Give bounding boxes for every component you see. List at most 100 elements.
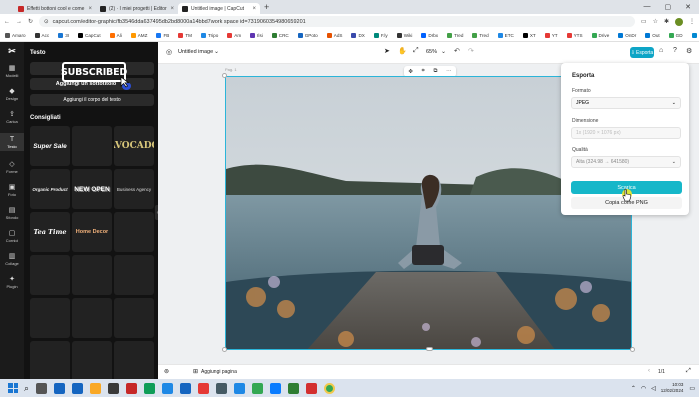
help-icon[interactable]: ?	[673, 47, 677, 54]
prev-page-icon[interactable]: ‹	[648, 368, 650, 374]
text-style-tile[interactable]	[72, 341, 112, 383]
chevron-up-icon[interactable]: ⌃	[631, 385, 636, 392]
files-icon[interactable]	[90, 382, 102, 394]
clock[interactable]: 10:03 12/02/2024	[661, 382, 684, 394]
close-icon[interactable]: ×	[88, 6, 92, 12]
store-icon[interactable]	[72, 382, 84, 394]
bookmark-gd[interactable]: GD	[668, 32, 683, 38]
menu-icon[interactable]: ⋮	[689, 18, 695, 25]
back-icon[interactable]: ←	[4, 19, 10, 25]
task-view-icon[interactable]	[36, 382, 48, 394]
chrome-active-icon[interactable]	[324, 382, 336, 394]
resize-handle[interactable]	[630, 347, 635, 352]
text-style-tile[interactable]: AVOCADO	[114, 126, 154, 166]
text-style-tile[interactable]: NEW OPEN	[72, 169, 112, 209]
media-icon[interactable]	[306, 382, 318, 394]
bookmark-acc[interactable]: Acc	[34, 32, 49, 38]
bookmark-3i[interactable]: 3I	[58, 32, 69, 38]
bookmark-etc[interactable]: ETC	[497, 32, 514, 38]
tab-menu-icon[interactable]	[2, 2, 12, 12]
share-icon[interactable]: ⌂	[659, 47, 663, 54]
notification-icon[interactable]: ▭	[689, 385, 695, 392]
outlook-icon[interactable]	[162, 382, 174, 394]
maximize-icon[interactable]: ▢	[665, 3, 672, 11]
bookmark-crc[interactable]: CRC	[271, 32, 289, 38]
format-select[interactable]: JPEG ⌄	[571, 97, 681, 109]
bookmark-tm[interactable]: TM	[178, 32, 192, 38]
reload-icon[interactable]: ↻	[28, 18, 33, 25]
rail-item-forme[interactable]: ◇ Forme	[0, 160, 24, 174]
bookmark-ads[interactable]: AdS	[326, 32, 342, 38]
bookmark-ali[interactable]: Ali	[109, 32, 122, 38]
rail-item-foto[interactable]: ▣ Foto	[0, 183, 24, 197]
bookmark-capcut[interactable]: CapCut	[78, 32, 101, 38]
export-button[interactable]: ⇩ Esporta	[630, 47, 654, 58]
profile-avatar[interactable]	[675, 17, 683, 26]
text-style-tile[interactable]: Tea Time	[30, 212, 70, 252]
rail-item-plugin[interactable]: ✦ Plugin	[0, 275, 24, 289]
text-style-tile[interactable]	[114, 255, 154, 295]
bookmark-yts[interactable]: YTS	[566, 32, 583, 38]
bookmark-amz[interactable]: AMZ	[130, 32, 147, 38]
rail-item-modelli[interactable]: ▦ Modelli	[0, 64, 24, 78]
powerpoint-icon[interactable]	[198, 382, 210, 394]
settings-icon[interactable]	[216, 382, 228, 394]
bookmark-gpoto[interactable]: GPoto	[297, 32, 318, 38]
text-style-tile[interactable]: Business Agency	[114, 169, 154, 209]
cast-icon[interactable]: ▭	[641, 18, 647, 25]
text-style-tile[interactable]	[72, 126, 112, 166]
bookmark-dx[interactable]: DX	[351, 32, 365, 38]
browser-tab-active[interactable]: Untitled image | CapCut ×	[178, 3, 260, 14]
bookmark-amaro[interactable]: Amaro	[5, 32, 26, 38]
url-field[interactable]: ⊙ capcut.com/editor-graphic/fb3546dda637…	[39, 16, 635, 27]
zoom-icon[interactable]	[270, 382, 282, 394]
browser-tab[interactable]: Effetti bottoni cool e come u ×	[14, 3, 96, 14]
bookmark-ondr[interactable]: OnDr	[618, 32, 636, 38]
close-icon[interactable]: ×	[170, 6, 174, 12]
resize-handle[interactable]	[426, 347, 433, 351]
add-body-button[interactable]: Aggiungi il corpo del testo	[30, 94, 154, 106]
zoom-level[interactable]: 65%	[426, 49, 437, 55]
text-style-tile[interactable]	[30, 298, 70, 338]
extensions-icon[interactable]: ✱	[664, 18, 669, 25]
more-icon[interactable]: ⋯	[446, 69, 452, 75]
close-window-icon[interactable]: ✕	[685, 3, 691, 11]
bookmark-tred[interactable]: Tred	[472, 32, 489, 38]
bookmark-rrm[interactable]: RRM	[691, 32, 699, 38]
rail-item-collage[interactable]: ▥ Collage	[0, 252, 24, 266]
bookmark-xt[interactable]: XT	[522, 32, 536, 38]
text-style-tile[interactable]: Home Decor	[72, 212, 112, 252]
new-tab-icon[interactable]: +	[264, 2, 269, 12]
undo-icon[interactable]: ↶	[454, 47, 460, 55]
search-icon[interactable]: ⌕	[24, 383, 29, 394]
maps-icon[interactable]	[288, 382, 300, 394]
text-style-tile[interactable]	[30, 341, 70, 383]
move-icon[interactable]: ✥	[408, 69, 413, 75]
forward-icon[interactable]: →	[16, 19, 22, 25]
excel-icon[interactable]	[144, 382, 156, 394]
bookmark-star-icon[interactable]: ☆	[653, 18, 658, 25]
add-page-button[interactable]: Aggiungi pagina	[201, 369, 237, 375]
resize-handle[interactable]	[222, 347, 227, 352]
copy-icon[interactable]: ⧉	[433, 68, 437, 75]
close-icon[interactable]: ×	[252, 6, 256, 12]
chevron-down-icon[interactable]: ⌄	[214, 48, 219, 55]
bookmark-drive[interactable]: Drive	[591, 32, 609, 38]
rail-item-testo[interactable]: T Testo	[0, 133, 24, 151]
bookmark-wiki[interactable]: Wiki	[396, 32, 412, 38]
text-style-tile[interactable]	[114, 298, 154, 338]
chrome-icon[interactable]	[252, 382, 264, 394]
zoom-fit-icon[interactable]: ⤢	[413, 47, 419, 55]
text-style-tile[interactable]: Super Sale	[30, 126, 70, 166]
edge-icon[interactable]	[54, 382, 66, 394]
volume-icon[interactable]: ◁	[651, 385, 656, 392]
text-style-tile[interactable]: Organic Product	[30, 169, 70, 209]
bookmark-drbx[interactable]: Drbx	[421, 32, 438, 38]
bookmark-f-ly[interactable]: F.ly	[373, 32, 388, 38]
terminal-icon[interactable]	[108, 382, 120, 394]
project-title[interactable]: Untitled image	[178, 49, 213, 55]
text-style-tile[interactable]	[72, 298, 112, 338]
quality-select[interactable]: Alta (324.98 → 641580) ⌄	[571, 156, 681, 168]
rail-item-carica[interactable]: ⇪ Carica	[0, 110, 24, 124]
redo-icon[interactable]: ↷	[468, 47, 474, 55]
